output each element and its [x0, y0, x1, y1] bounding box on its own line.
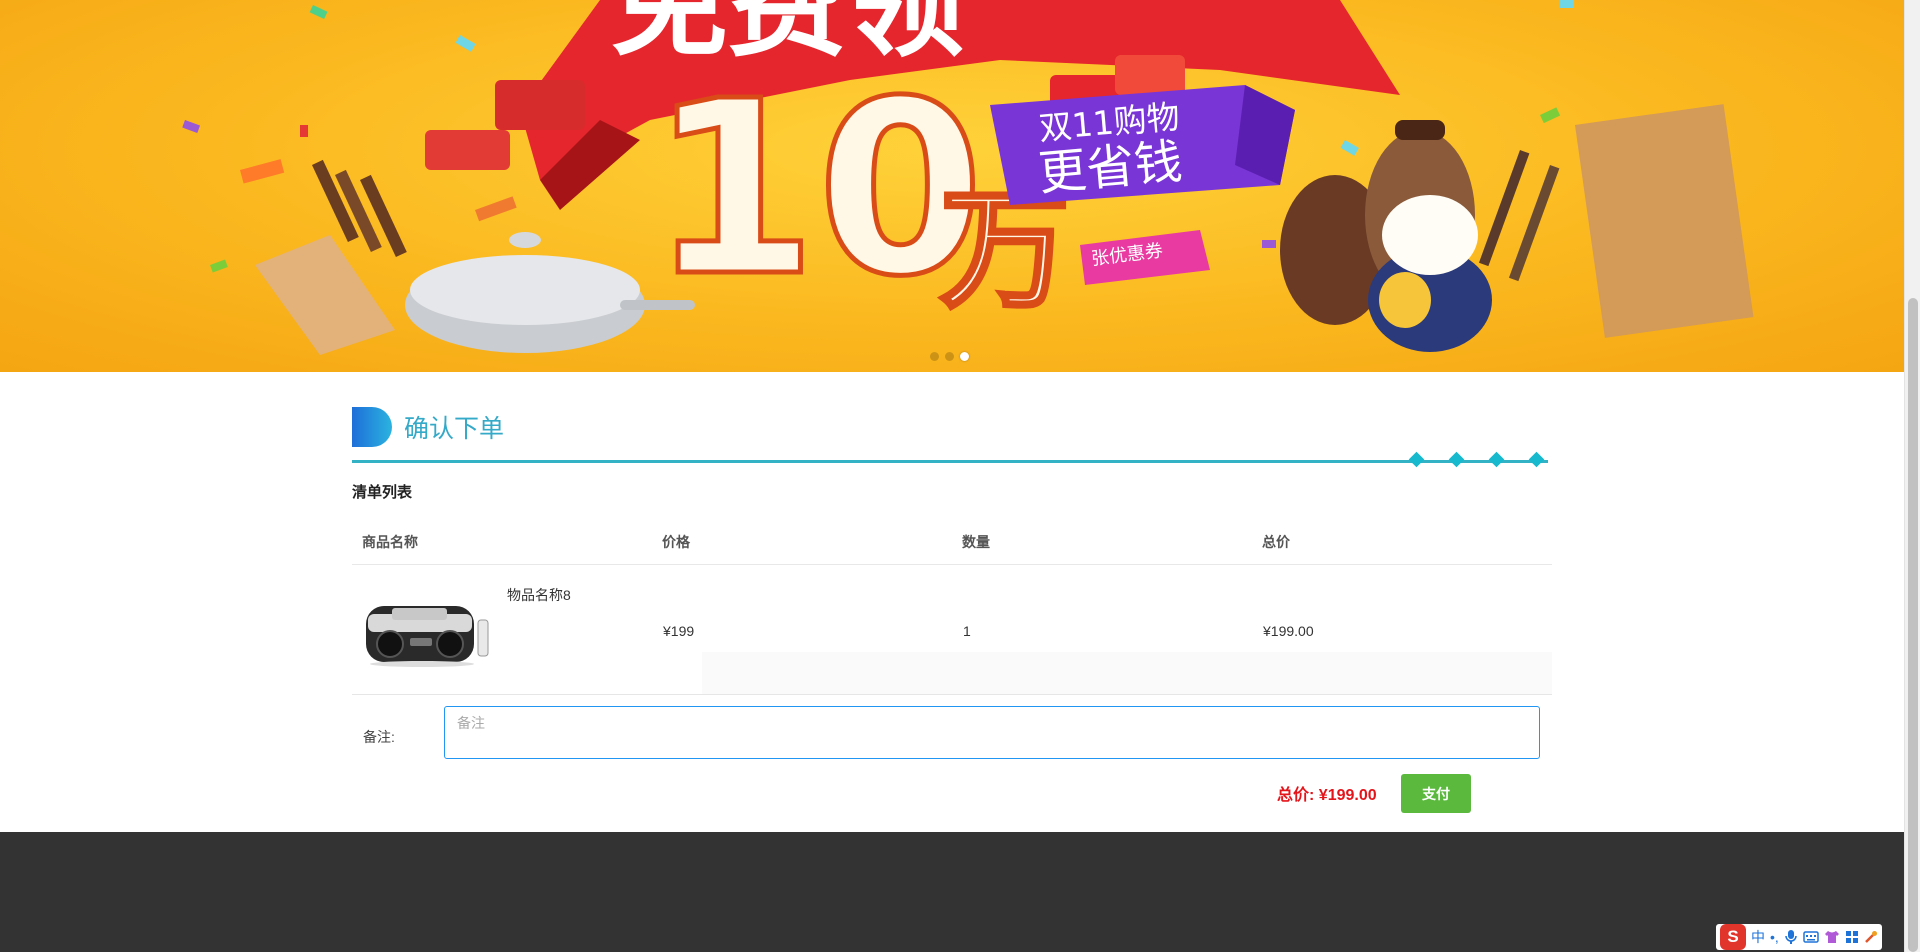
page-title: 确认下单: [404, 414, 505, 443]
order-total: 总价: ¥199.00: [1277, 781, 1377, 805]
page-viewport: 免费领 10 万 双11购物 更省钱 张优惠券 确认下单 清单列表 商品名称 价…: [0, 0, 1904, 952]
remark-textarea[interactable]: [444, 706, 1540, 759]
shirt-icon[interactable]: [1824, 930, 1840, 944]
divider-diamond: [1408, 451, 1425, 468]
pay-button[interactable]: 支付: [1401, 774, 1471, 813]
page-footer: [0, 832, 1904, 952]
carousel-dots: [930, 352, 969, 361]
column-header-price: 价格: [662, 534, 690, 550]
grid-icon[interactable]: [1845, 930, 1859, 944]
scrollbar-thumb[interactable]: [1908, 298, 1918, 952]
column-header-name: 商品名称: [362, 534, 418, 550]
divider-diamond: [1528, 451, 1545, 468]
product-price: ¥199: [663, 623, 695, 639]
total-value: ¥199.00: [1318, 787, 1377, 804]
vertical-scrollbar[interactable]: [1904, 0, 1920, 952]
ime-mode-chinese[interactable]: 中: [1751, 927, 1765, 947]
divider-diamond: [1488, 451, 1505, 468]
list-title: 清单列表: [352, 484, 413, 501]
tools-icon[interactable]: [1864, 930, 1878, 944]
banner-illustration: 免费领 10 万 双11购物 更省钱 张优惠券: [182, 0, 1754, 355]
ime-toolbar: S 中 •,: [1716, 924, 1882, 950]
carousel-dot-2[interactable]: [945, 352, 954, 361]
banner-number: 10: [650, 49, 984, 329]
sogou-logo-icon[interactable]: S: [1720, 924, 1746, 950]
remark-label: 备注:: [363, 729, 395, 745]
section-divider: [352, 460, 1548, 463]
ime-punctuation[interactable]: •,: [1770, 929, 1779, 945]
product-quantity: 1: [963, 623, 971, 639]
section-header: 确认下单: [352, 407, 504, 447]
divider-diamond: [1448, 451, 1465, 468]
table-header: 商品名称 价格 数量 总价: [352, 526, 1552, 565]
product-total: ¥199.00: [1263, 623, 1314, 639]
row-strip: [702, 652, 1552, 694]
table-row: 物品名称8 ¥199 1 ¥199.00: [352, 570, 1552, 695]
keyboard-icon[interactable]: [1803, 930, 1819, 944]
column-header-total: 总价: [1262, 534, 1290, 550]
promo-banner[interactable]: 免费领 10 万 双11购物 更省钱 张优惠券: [0, 0, 1904, 372]
carousel-dot-3[interactable]: [960, 352, 969, 361]
product-image[interactable]: [362, 592, 492, 672]
total-label: 总价:: [1277, 787, 1315, 804]
mic-icon[interactable]: [1784, 929, 1798, 945]
section-marker-icon: [352, 407, 392, 447]
column-header-quantity: 数量: [962, 534, 990, 550]
carousel-dot-1[interactable]: [930, 352, 939, 361]
product-name[interactable]: 物品名称8: [507, 585, 571, 605]
